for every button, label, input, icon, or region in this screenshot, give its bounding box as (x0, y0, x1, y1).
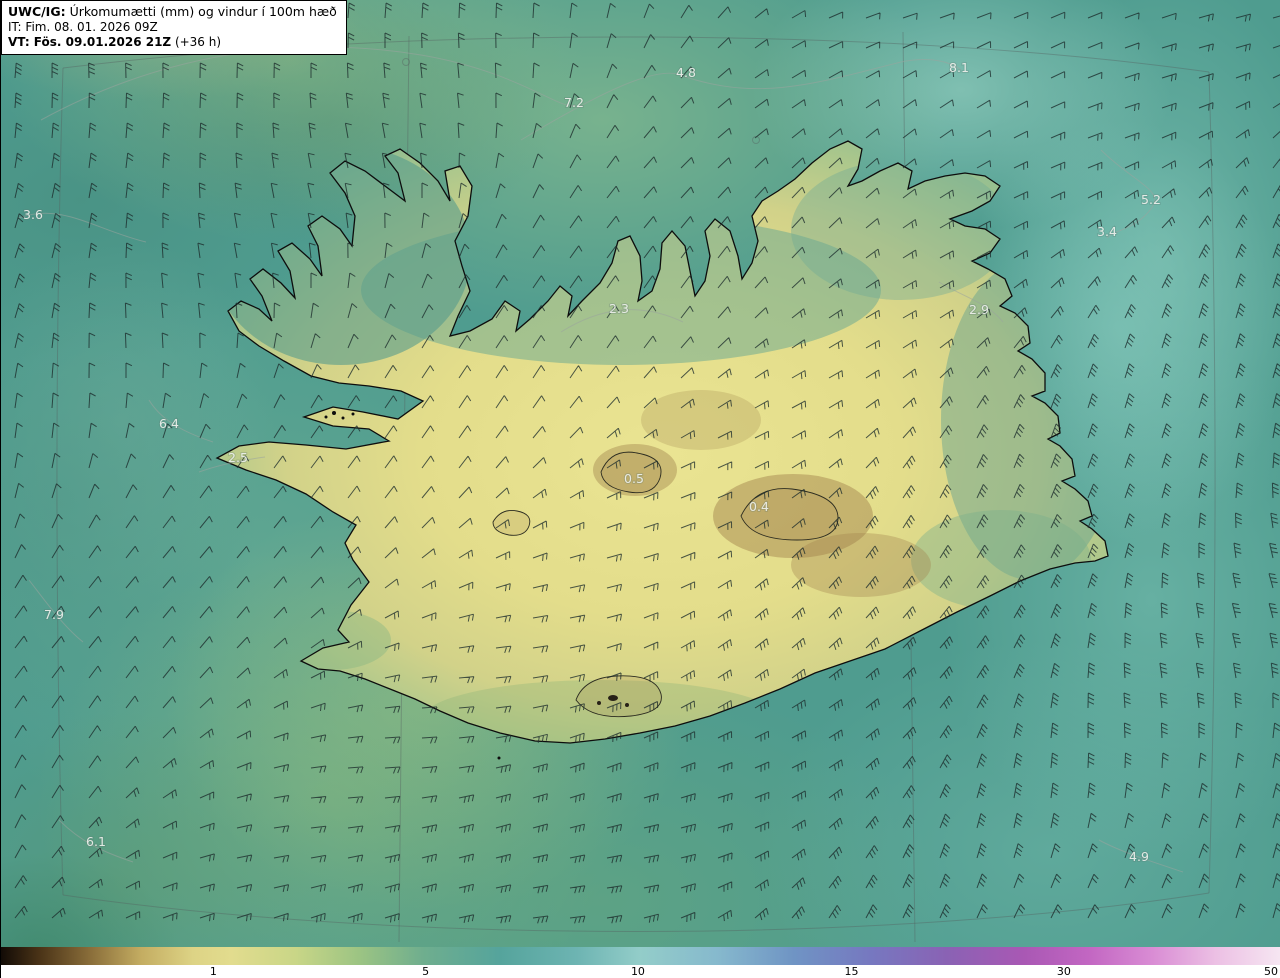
valid-time: VT: Fös. 09.01.2026 21Z (+36 h) (8, 34, 222, 49)
init-time: IT: Fim. 08. 01. 2026 09Z (8, 19, 158, 34)
colorbar-tick: 50 (1264, 965, 1279, 978)
map-value-label: 2.3 (609, 301, 629, 316)
info-box: UWC/IG: Úrkomumætti (mm) og vindur í 100… (1, 0, 347, 55)
colorbar-tick: 30 (1056, 965, 1071, 978)
model-id: UWC/IG: (8, 4, 66, 19)
colorbar-gradient (1, 947, 1280, 965)
map-value-label: 8.1 (949, 60, 969, 75)
chart-title: Úrkomumætti (mm) og vindur í 100m hæð (65, 4, 337, 19)
colorbar-tick: 5 (422, 965, 430, 978)
map-value-label: 6.4 (159, 416, 179, 431)
colorbar-tick: 15 (844, 965, 859, 978)
colorbar-ticks: 1 5 10 15 30 50 (1, 965, 1280, 978)
map-value-label: 3.6 (23, 207, 43, 222)
map-value-label: 3.4 (1097, 224, 1117, 239)
map-value-label: 7.9 (44, 607, 64, 622)
map-value-label: 4.8 (676, 65, 696, 80)
map-value-label: 0.5 (624, 471, 644, 486)
map-value-label: 2.9 (969, 302, 989, 317)
map-value-label: 2.5 (228, 450, 248, 465)
weather-map: 4.57.24.88.13.65.23.42.92.36.42.50.50.47… (0, 0, 1280, 978)
colorbar-tick: 10 (630, 965, 645, 978)
map-value-label: 0.4 (749, 499, 769, 514)
map-value-label: 4.9 (1129, 849, 1149, 864)
colorbar-tick: 1 (209, 965, 217, 978)
map-value-label: 7.2 (564, 95, 584, 110)
map-value-label: 6.1 (86, 834, 106, 849)
chart-title-line: UWC/IG: Úrkomumætti (mm) og vindur í 100… (8, 4, 337, 20)
colorbar: 1 5 10 15 30 50 (1, 947, 1280, 978)
map-overlay: 4.57.24.88.13.65.23.42.92.36.42.50.50.47… (14, 2, 1280, 943)
map-value-label: 5.2 (1141, 192, 1161, 207)
